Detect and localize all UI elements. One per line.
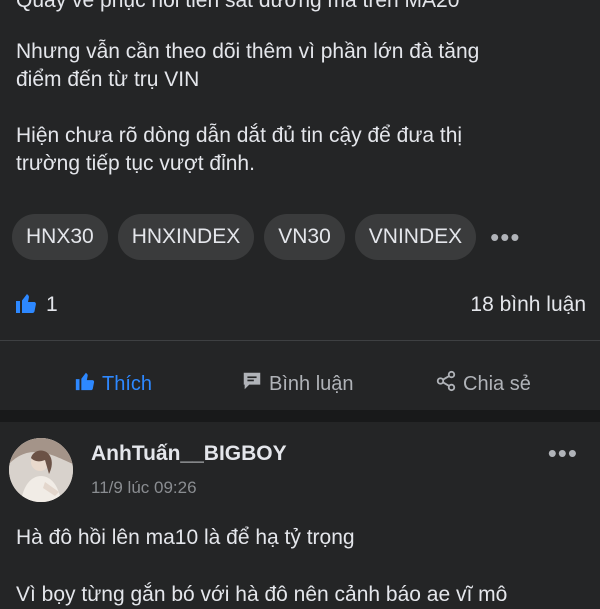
comment-label: Bình luận — [269, 372, 354, 395]
post-text-line: điểm đến từ trụ VIN — [16, 68, 200, 91]
avatar[interactable] — [9, 438, 73, 502]
comment-count[interactable]: 18 bình luận — [470, 293, 586, 317]
comment-author[interactable]: AnhTuấn__BIGBOY — [91, 442, 287, 466]
post-text-line: Nhưng vẫn cần theo dõi thêm vì phần lớn … — [16, 40, 480, 63]
tag-hnxindex[interactable]: HNXINDEX — [117, 214, 255, 260]
like-label: Thích — [102, 372, 153, 395]
tag-vnindex[interactable]: VNINDEX — [354, 214, 477, 260]
comment-text-line: Hà đô hồi lên ma10 là để hạ tỷ trọng — [16, 526, 355, 549]
tag-vn30[interactable]: VN30 — [264, 214, 345, 260]
share-label: Chia sẻ — [463, 372, 531, 395]
like-button[interactable]: Thích — [74, 370, 152, 398]
comment-button[interactable]: Bình luận — [241, 370, 354, 398]
post-text-line: Quay về phục hồi tiến sát đường ma trên … — [16, 0, 460, 12]
more-tags-icon[interactable]: ••• — [490, 224, 520, 250]
post-text-line: trường tiếp tục vượt đỉnh. — [16, 152, 255, 175]
tag-hnx30[interactable]: HNX30 — [12, 214, 108, 260]
like-reaction-icon — [14, 291, 38, 320]
like-count[interactable]: 1 — [46, 293, 58, 317]
thumbs-up-icon — [74, 370, 96, 398]
action-bar: Thích Bình luận Chia sẻ — [0, 360, 600, 406]
comment-text-line: Vì bọy từng gắn bó với hà đô nên cảnh bá… — [16, 583, 508, 606]
share-icon — [435, 370, 457, 398]
post-text-line: Hiện chưa rõ dòng dẫn dắt đủ tin cậy để … — [16, 124, 463, 147]
post-card: Quay về phục hồi tiến sát đường ma trên … — [0, 0, 600, 410]
reaction-bar: 1 18 bình luận — [14, 290, 586, 320]
divider — [0, 340, 600, 341]
tag-list: HNX30 HNXINDEX VN30 VNINDEX ••• — [12, 214, 520, 260]
share-button[interactable]: Chia sẻ — [435, 370, 531, 398]
more-horizontal-icon[interactable]: ••• — [548, 438, 578, 469]
comment-card: AnhTuấn__BIGBOY 11/9 lúc 09:26 ••• Hà đô… — [0, 422, 600, 606]
section-separator — [0, 410, 600, 422]
speech-bubble-icon — [241, 370, 263, 398]
comment-timestamp: 11/9 lúc 09:26 — [91, 478, 197, 497]
